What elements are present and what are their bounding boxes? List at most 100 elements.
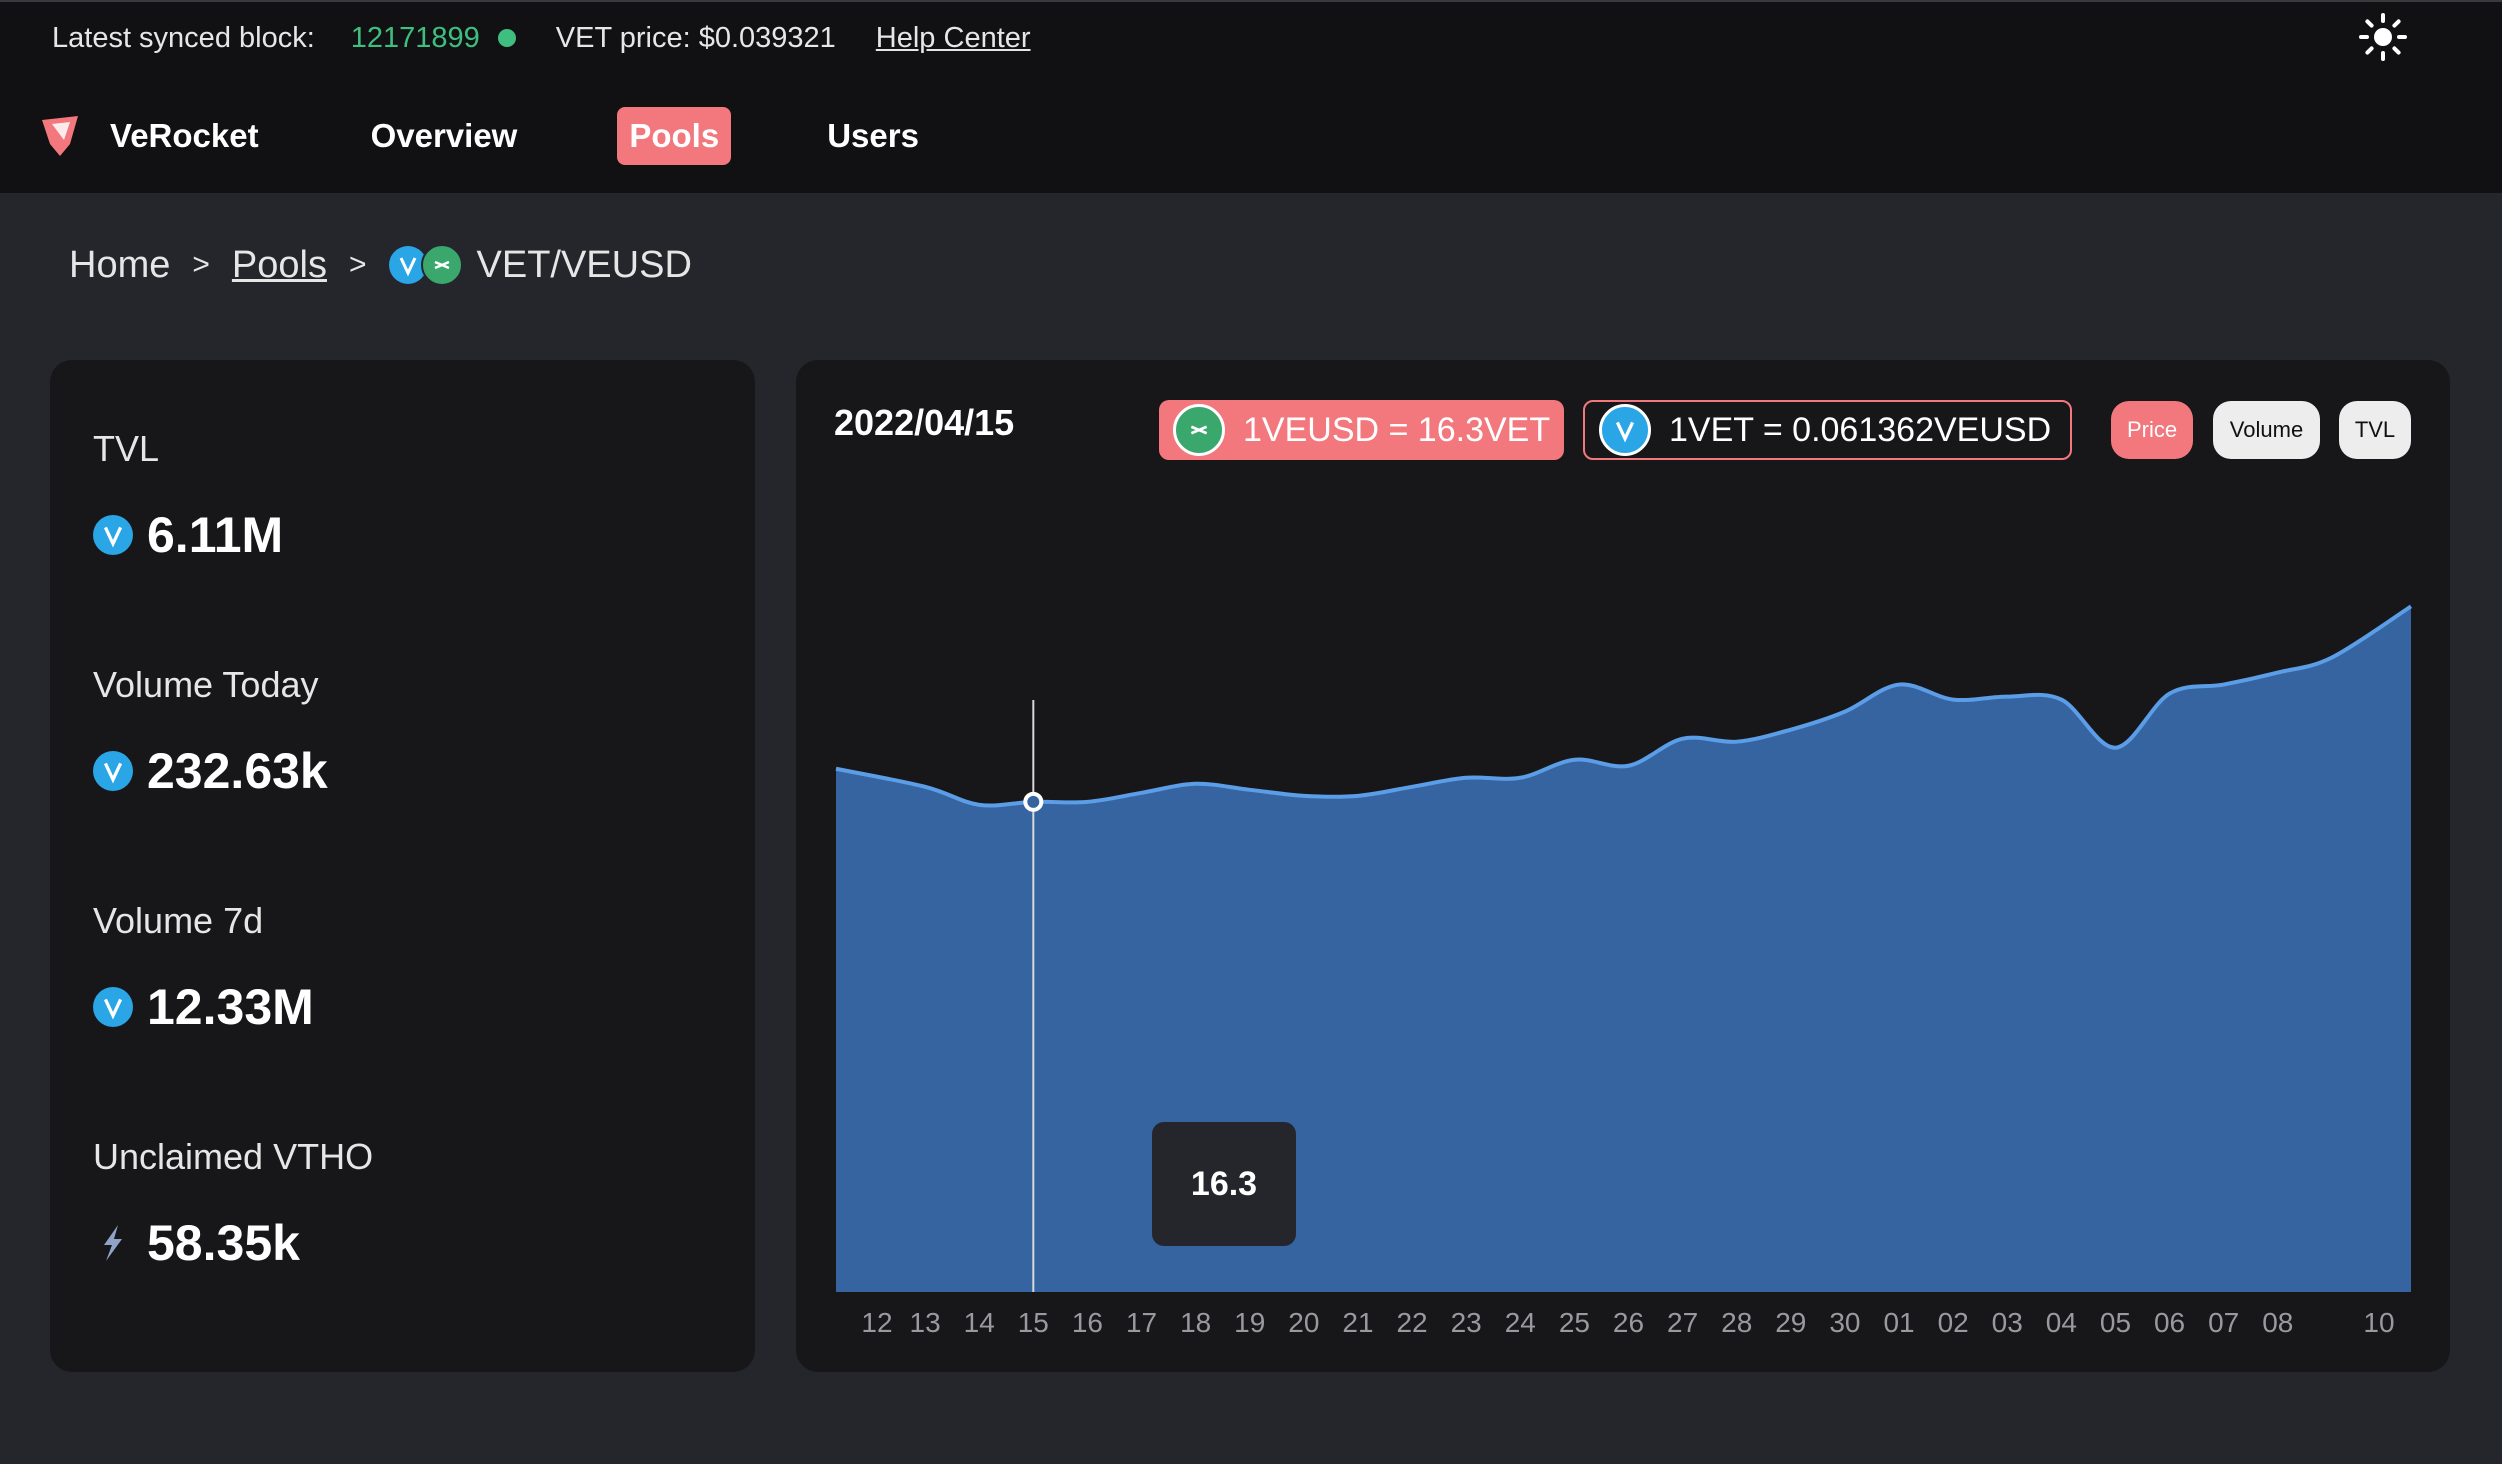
x-tick-label: 26 <box>1613 1307 1644 1338</box>
tvl-toggle-button[interactable]: TVL <box>2339 401 2411 459</box>
x-tick-label: 25 <box>1559 1307 1590 1338</box>
x-tick-label: 28 <box>1721 1307 1752 1338</box>
breadcrumb-pools[interactable]: Pools <box>232 244 327 287</box>
price-data-point[interactable] <box>2004 694 2010 700</box>
price-data-point[interactable] <box>1950 697 1956 703</box>
price-data-point[interactable] <box>1139 790 1145 796</box>
price-data-point[interactable] <box>1301 793 1307 799</box>
vtho-icon <box>93 1223 133 1263</box>
price-data-point[interactable] <box>2221 682 2227 688</box>
x-tick-label: 10 <box>2363 1307 2394 1338</box>
price-data-point[interactable] <box>1463 775 1469 781</box>
x-tick-label: 16 <box>1072 1307 1103 1338</box>
price-data-point[interactable] <box>2167 691 2173 697</box>
x-tick-label: 03 <box>1992 1307 2023 1338</box>
price-data-point[interactable] <box>1788 727 1794 733</box>
stat-value: 12.33M <box>147 979 314 1035</box>
price-data-point[interactable] <box>1517 775 1523 781</box>
stat-label: Volume 7d <box>93 900 264 941</box>
x-tick-label: 21 <box>1342 1307 1373 1338</box>
x-tick-label: 24 <box>1505 1307 1536 1338</box>
x-tick-label: 22 <box>1396 1307 1427 1338</box>
x-tick-label: 17 <box>1126 1307 1157 1338</box>
price-area-chart[interactable]: 12 13 14 15 16 17 18 19 20 21 22 23 24 25 26 27 28 29 30 01… <box>796 360 2450 1372</box>
price-data-point[interactable] <box>1193 781 1199 787</box>
breadcrumb: Home > Pools > VET/VEUSD <box>69 238 692 292</box>
nav-users[interactable]: Users <box>815 107 931 165</box>
price-data-point[interactable] <box>922 784 928 790</box>
pair-icons <box>388 244 463 286</box>
x-tick-label: 01 <box>1883 1307 1914 1338</box>
x-tick-label: 30 <box>1829 1307 1860 1338</box>
vet-price: VET price: $0.039321 <box>555 21 836 54</box>
nav-overview[interactable]: Overview <box>359 107 530 165</box>
stat-label: TVL <box>93 428 160 469</box>
sun-icon[interactable] <box>2358 12 2408 62</box>
x-tick-label: 02 <box>1938 1307 1969 1338</box>
price-data-point[interactable] <box>1842 709 1848 715</box>
x-tick-label: 06 <box>2154 1307 2185 1338</box>
price-area-fill <box>836 606 2411 1292</box>
x-tick-label: 12 <box>861 1307 892 1338</box>
top-bar: Latest synced block: 12171899 VET price:… <box>0 0 2502 193</box>
price-data-point[interactable] <box>1355 793 1361 799</box>
x-tick-label: 29 <box>1775 1307 1806 1338</box>
price-data-point[interactable] <box>1734 739 1740 745</box>
stat-value: 6.11M <box>147 507 284 563</box>
x-tick-label: 18 <box>1180 1307 1211 1338</box>
vet-icon <box>1599 404 1651 456</box>
x-tick-label: 23 <box>1451 1307 1482 1338</box>
veusd-icon <box>1173 404 1225 456</box>
price-data-point[interactable] <box>976 802 982 808</box>
volume-toggle-button[interactable]: Volume <box>2213 401 2320 459</box>
nav-pools[interactable]: Pools <box>617 107 732 165</box>
block-number: 12171899 <box>350 21 480 54</box>
price-data-point[interactable] <box>2275 670 2281 676</box>
stat-label: Unclaimed VTHO <box>93 1136 374 1177</box>
rate-vet-pill[interactable]: 1VET = 0.061362VEUSD <box>1583 400 2072 460</box>
price-data-point[interactable] <box>1571 757 1577 763</box>
rate-vet-text: 1VET = 0.061362VEUSD <box>1669 410 2052 449</box>
breadcrumb-pair: VET/VEUSD <box>476 243 692 286</box>
price-data-point[interactable] <box>2329 654 2335 660</box>
brand-name[interactable]: VeRocket <box>110 117 259 155</box>
price-data-point[interactable] <box>2058 697 2064 703</box>
x-tick-label: 04 <box>2046 1307 2077 1338</box>
price-data-point[interactable] <box>1626 763 1632 769</box>
price-data-point[interactable] <box>1084 799 1090 805</box>
x-tick-label: 15 <box>1018 1307 1049 1338</box>
vet-icon <box>93 515 133 555</box>
help-center-link[interactable]: Help Center <box>876 22 1031 55</box>
x-tick-label: 20 <box>1288 1307 1319 1338</box>
price-data-point[interactable] <box>1896 682 1902 688</box>
stat-value: 232.63k <box>147 743 328 799</box>
x-tick-label: 08 <box>2262 1307 2293 1338</box>
chart-date: 2022/04/15 <box>834 402 1015 443</box>
veusd-icon <box>420 244 463 286</box>
stat-tvl: TVL 6.11M <box>93 428 283 564</box>
price-data-point[interactable] <box>1680 736 1686 742</box>
price-data-point[interactable] <box>2408 603 2414 609</box>
sync-status-dot <box>497 29 516 47</box>
x-tick-label: 19 <box>1234 1307 1265 1338</box>
price-chart-card: 12 13 14 15 16 17 18 19 20 21 22 23 24 25 26 27 28 29 30 01… <box>796 360 2450 1372</box>
rate-veusd-pill[interactable]: 1VEUSD = 16.3VET <box>1159 400 1564 460</box>
x-tick-label: 05 <box>2100 1307 2131 1338</box>
price-toggle-button[interactable]: Price <box>2111 401 2193 459</box>
price-data-point[interactable] <box>833 766 839 772</box>
stat-value: 58.35k <box>147 1215 300 1271</box>
synced-label: Latest synced block: <box>52 21 315 54</box>
stat-volume-7d: Volume 7d 12.33M <box>93 900 314 1036</box>
x-tick-label: 27 <box>1667 1307 1698 1338</box>
verocket-logo-icon[interactable] <box>40 114 80 158</box>
price-data-point[interactable] <box>1247 787 1253 793</box>
highlight-point[interactable] <box>1023 791 1044 812</box>
stat-label: Volume Today <box>93 664 319 705</box>
breadcrumb-separator: > <box>192 248 210 281</box>
rate-veusd-text: 1VEUSD = 16.3VET <box>1243 410 1551 449</box>
chart-tooltip: 16.3 <box>1152 1122 1296 1246</box>
price-data-point[interactable] <box>1409 784 1415 790</box>
price-data-point[interactable] <box>2112 745 2118 751</box>
breadcrumb-home[interactable]: Home <box>69 244 170 287</box>
stat-volume-today: Volume Today 232.63k <box>93 664 328 800</box>
